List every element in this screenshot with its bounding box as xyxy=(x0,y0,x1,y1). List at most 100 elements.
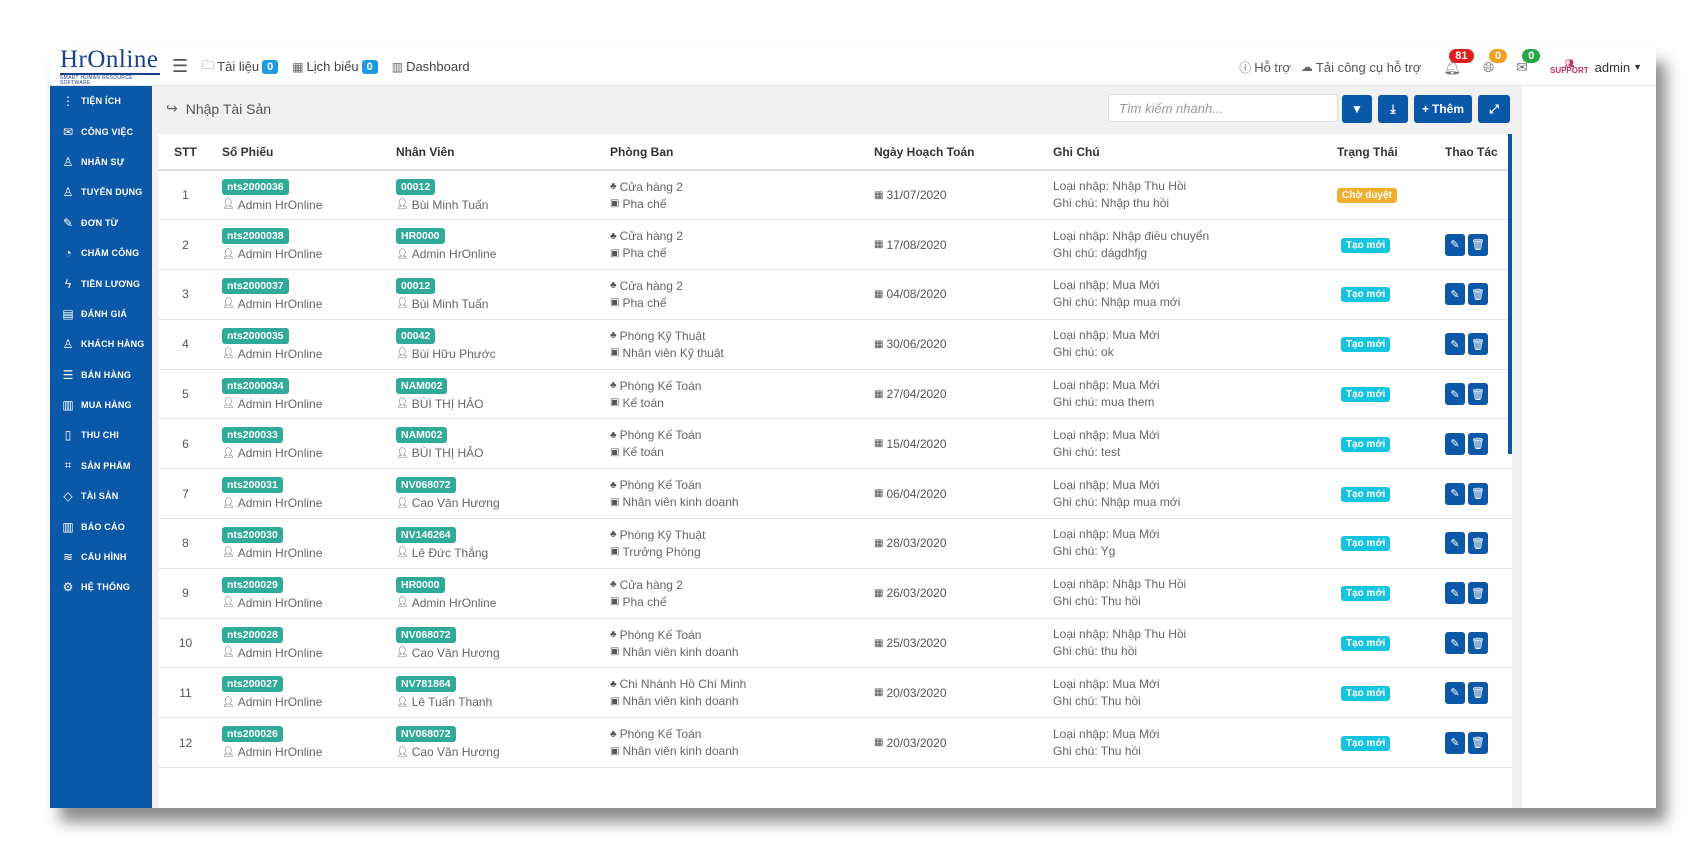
delete-button[interactable]: 🗑︎ xyxy=(1468,681,1488,704)
scrollbar[interactable] xyxy=(1508,134,1512,454)
sidebar-item-don-tu[interactable]: ✎ ĐƠN TỪ xyxy=(50,208,152,238)
ticket-number-badge[interactable]: nts2000035 xyxy=(222,327,289,344)
col-header-department[interactable]: Phòng Ban xyxy=(601,134,865,171)
date-line: ▦ 06/04/2020 xyxy=(874,487,1045,501)
delete-button[interactable]: 🗑︎ xyxy=(1468,432,1488,455)
ticket-number-badge[interactable]: nts2000036 xyxy=(222,178,289,195)
sidebar-item-thu-chi[interactable]: ▯ THU CHI xyxy=(50,420,152,450)
user-icon: 👤︎ xyxy=(222,746,235,758)
edit-button[interactable]: ✎ xyxy=(1445,233,1465,256)
table-row[interactable]: 12 nts200026 👤︎ Admin HrOnline NV068072 👤︎ Cao… xyxy=(158,717,1512,769)
sidebar-item-label: KHÁCH HÀNG xyxy=(81,339,145,350)
delete-button[interactable]: 🗑︎ xyxy=(1468,632,1488,655)
table-row[interactable]: 8 nts200030 👤︎ Admin HrOnline NV146264 👤︎ Lê Đ… xyxy=(158,518,1512,569)
ticket-number-badge[interactable]: nts200033 xyxy=(222,427,283,444)
nav-calendar[interactable]: ▦ Lịch biểu 0 xyxy=(292,59,378,74)
sidebar-item-cau-hinh[interactable]: ≋ CẤU HÌNH xyxy=(50,542,152,572)
sidebar-item-he-thong[interactable]: ⚙ HỆ THỐNG xyxy=(50,572,152,602)
ticket-number-badge[interactable]: nts2000038 xyxy=(222,228,289,245)
ticket-number-badge[interactable]: nts2000034 xyxy=(222,377,289,394)
delete-button[interactable]: 🗑︎ xyxy=(1468,532,1488,555)
table-row[interactable]: 1 nts2000036 👤︎ Admin HrOnline 00012 👤︎ Bùi Mi… xyxy=(158,170,1512,221)
sidebar-item-cong-viec[interactable]: ✉ CÔNG VIỆC xyxy=(50,116,152,146)
edit-button[interactable]: ✎ xyxy=(1445,432,1465,455)
ticket-number-badge[interactable]: nts200029 xyxy=(222,576,283,593)
delete-button[interactable]: 🗑︎ xyxy=(1468,233,1488,256)
edit-button[interactable]: ✎ xyxy=(1445,731,1465,754)
edit-button[interactable]: ✎ xyxy=(1445,582,1465,605)
sidebar-item-mua-hang[interactable]: ▥ MUA HÀNG xyxy=(50,390,152,420)
table-row[interactable]: 9 nts200029 👤︎ Admin HrOnline HR0000 👤︎ Admin … xyxy=(158,568,1512,619)
table-row[interactable]: 11 nts200027 👤︎ Admin HrOnline NV781864 👤︎ Lê … xyxy=(158,667,1512,719)
sidebar-item-san-pham[interactable]: ⌗ SẢN PHẨM xyxy=(50,451,152,481)
col-header-stt[interactable]: STT xyxy=(158,134,213,171)
edit-button[interactable]: ✎ xyxy=(1445,632,1465,655)
sidebar-item-nhan-su[interactable]: ♙ NHÂN SỰ xyxy=(50,147,152,177)
download-tools-link[interactable]: ☁ Tải công cụ hỗ trợ xyxy=(1301,60,1421,75)
delete-button[interactable]: 🗑︎ xyxy=(1468,482,1488,505)
sidebar-item-bao-cao[interactable]: ▥ BÁO CÁO xyxy=(50,511,152,541)
nav-dashboard[interactable]: ▥ Dashboard xyxy=(392,59,470,74)
creator-line: 👤︎ Admin HrOnline xyxy=(222,297,387,311)
table-row[interactable]: 10 nts200028 👤︎ Admin HrOnline NV068072 👤︎ Cao… xyxy=(158,618,1512,669)
id-card-icon: ▣ xyxy=(610,496,620,508)
sidebar-item-ban-hang[interactable]: ☰ BÁN HÀNG xyxy=(50,360,152,390)
ticket-number-badge[interactable]: nts200026 xyxy=(222,726,283,743)
table-row[interactable]: 7 nts200031 👤︎ Admin HrOnline NV068072 👤︎ Cao … xyxy=(158,468,1512,520)
table-row[interactable]: 3 nts2000037 👤︎ Admin HrOnline 00012 👤︎ Bùi Mi… xyxy=(158,269,1512,320)
add-button[interactable]: + Thêm xyxy=(1414,95,1472,123)
filter-button[interactable]: ▼ xyxy=(1342,95,1372,123)
fullscreen-button[interactable]: ⤢ xyxy=(1478,95,1510,123)
table-row[interactable]: 5 nts2000034 👤︎ Admin HrOnline NAM002 👤︎ BÙI T… xyxy=(158,369,1512,420)
user-menu[interactable]: admin ▼ xyxy=(1595,60,1642,75)
hamburger-menu-icon[interactable]: ☰ xyxy=(172,56,188,77)
trash-icon: 🗑︎ xyxy=(1471,737,1485,750)
brand-logo[interactable]: HrOnline SMART HUMAN RESOURCE SOFTWARE xyxy=(60,48,160,86)
globe-button[interactable]: 🌐︎ 0 xyxy=(1483,48,1508,76)
ticket-number-badge[interactable]: nts200031 xyxy=(222,477,283,494)
ticket-number-badge[interactable]: nts200027 xyxy=(222,676,283,693)
sidebar-item-tuyen-dung[interactable]: ♙ TUYỂN DỤNG xyxy=(50,177,152,207)
support-link[interactable]: ⓘ Hỗ trợ xyxy=(1239,59,1291,76)
delete-button[interactable]: 🗑︎ xyxy=(1468,731,1488,754)
ticket-number-badge[interactable]: nts200030 xyxy=(222,526,283,543)
edit-button[interactable]: ✎ xyxy=(1445,283,1465,306)
delete-button[interactable]: 🗑︎ xyxy=(1468,582,1488,605)
sidebar-item-label: CHẤM CÔNG xyxy=(81,248,140,259)
ticket-number-badge[interactable]: nts2000037 xyxy=(222,277,289,294)
employee-cell: HR0000 👤︎ Admin HrOnline xyxy=(387,568,601,619)
actions-cell: ✎ 🗑︎ xyxy=(1430,618,1512,669)
delete-button[interactable]: 🗑︎ xyxy=(1468,283,1488,306)
table-row[interactable]: 6 nts200033 👤︎ Admin HrOnline NAM002 👤︎ BÙI TH… xyxy=(158,418,1512,470)
messages-button[interactable]: ✉ 0 xyxy=(1516,48,1541,76)
sidebar-item-khach-hang[interactable]: ♙ KHÁCH HÀNG xyxy=(50,329,152,359)
sidebar-item-tien-luong[interactable]: ϟ TIỀN LƯƠNG xyxy=(50,268,152,298)
delete-button[interactable]: 🗑︎ xyxy=(1468,383,1488,406)
download-button[interactable]: ⤓ xyxy=(1378,95,1408,123)
employee-name: Cao Văn Hương xyxy=(411,645,500,660)
sidebar-item-tien-ich[interactable]: ⋮ TIỆN ÍCH xyxy=(50,86,152,116)
sidebar-item-danh-gia[interactable]: ▤ ĐÁNH GIÁ xyxy=(50,299,152,329)
table-row[interactable]: 4 nts2000035 👤︎ Admin HrOnline 00042 👤︎ Bùi Hữ… xyxy=(158,319,1512,370)
col-header-note[interactable]: Ghi Chú xyxy=(1045,134,1325,171)
notifications-button[interactable]: 🔔︎ 81 xyxy=(1443,48,1474,76)
row-stt: 3 xyxy=(158,269,213,320)
actions-cell: ✎ 🗑︎ xyxy=(1430,717,1512,769)
quick-search-input[interactable] xyxy=(1108,94,1338,122)
ticket-number-badge[interactable]: nts200028 xyxy=(222,626,283,643)
col-header-employee[interactable]: Nhân Viên xyxy=(387,134,601,171)
col-header-ticket[interactable]: Số Phiếu xyxy=(213,134,387,171)
nav-documents[interactable]: 🗀 Tài liệu 0 xyxy=(202,56,279,77)
table-row[interactable]: 2 nts2000038 👤︎ Admin HrOnline HR0000 👤︎ Admin… xyxy=(158,219,1512,271)
posting-date: 20/03/2020 xyxy=(886,735,947,750)
delete-button[interactable]: 🗑︎ xyxy=(1468,333,1488,356)
edit-button[interactable]: ✎ xyxy=(1445,532,1465,555)
edit-button[interactable]: ✎ xyxy=(1445,333,1465,356)
sidebar-item-tai-san[interactable]: ◇ TÀI SẢN xyxy=(50,481,152,511)
edit-button[interactable]: ✎ xyxy=(1445,681,1465,704)
sidebar-item-cham-cong[interactable]: ◔ CHẤM CÔNG xyxy=(50,238,152,268)
col-header-date[interactable]: Ngày Hoạch Toán xyxy=(865,134,1045,171)
edit-button[interactable]: ✎ xyxy=(1445,482,1465,505)
col-header-status[interactable]: Trạng Thái xyxy=(1325,134,1430,171)
edit-button[interactable]: ✎ xyxy=(1445,383,1465,406)
